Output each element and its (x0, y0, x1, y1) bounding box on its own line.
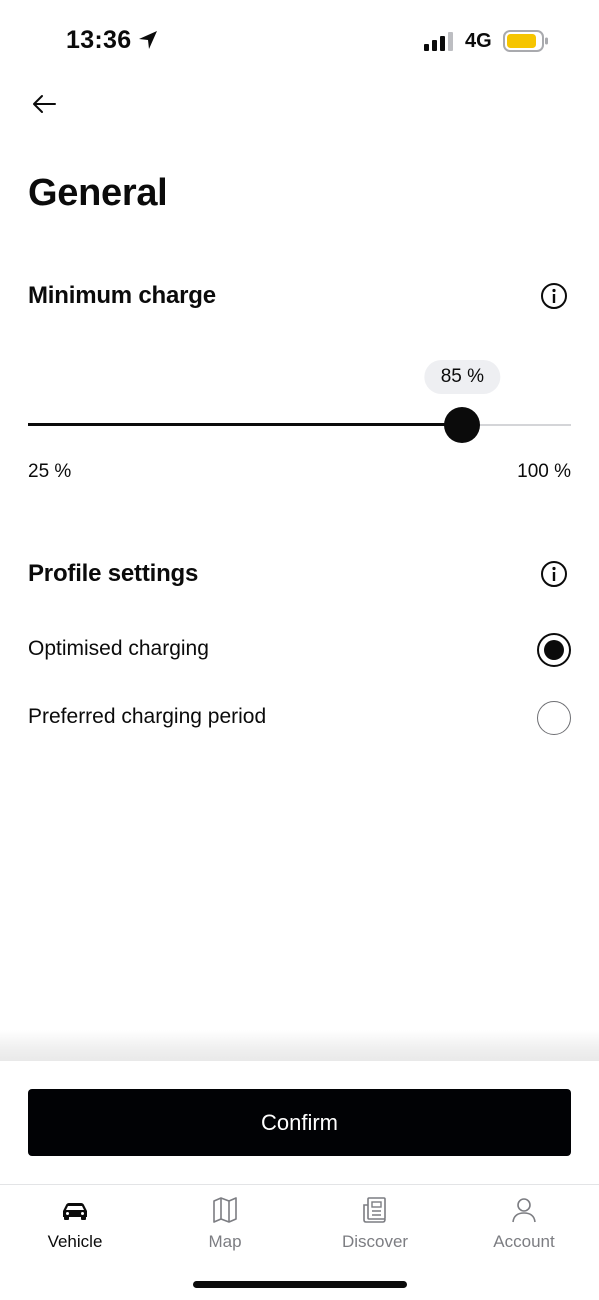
radio-button[interactable] (537, 701, 571, 735)
tab-label: Discover (341, 1232, 409, 1251)
tab-map[interactable]: Map (150, 1194, 300, 1256)
minimum-charge-slider[interactable]: 85 % (28, 355, 571, 455)
tab-label: Account (493, 1232, 555, 1251)
battery-icon (503, 30, 548, 52)
tab-account[interactable]: Account (449, 1194, 599, 1256)
cellular-signal-icon (424, 32, 453, 51)
radio-option-preferred-charging-period[interactable]: Preferred charging period (28, 693, 571, 743)
map-icon (213, 1197, 237, 1223)
tab-vehicle[interactable]: Vehicle (0, 1194, 150, 1256)
confirm-button[interactable]: Confirm (28, 1089, 571, 1156)
network-type: 4G (465, 30, 492, 52)
arrow-left-icon (33, 95, 56, 113)
back-button[interactable] (26, 86, 66, 126)
radio-option-optimised-charging[interactable]: Optimised charging (28, 625, 571, 675)
car-icon (63, 1203, 87, 1220)
tab-label: Vehicle (47, 1232, 103, 1251)
status-time: 13:36 (66, 26, 132, 54)
person-icon (512, 1198, 536, 1223)
tab-label: Map (208, 1232, 242, 1251)
profile-settings-title: Profile settings (28, 560, 199, 587)
radio-label: Optimised charging (28, 637, 209, 660)
minimum-charge-title: Minimum charge (28, 282, 216, 309)
status-bar: 13:36 4G (0, 0, 599, 80)
radio-button-selected[interactable] (537, 633, 571, 667)
info-icon[interactable] (540, 282, 568, 310)
home-indicator (193, 1281, 407, 1288)
slider-fill (28, 423, 463, 426)
slider-thumb[interactable] (444, 407, 481, 443)
slider-value-badge: 85 % (424, 360, 501, 394)
tab-discover[interactable]: Discover (300, 1194, 450, 1256)
news-icon (363, 1197, 386, 1223)
location-arrow-icon (139, 31, 157, 49)
info-icon[interactable] (540, 560, 568, 588)
slider-max-label: 100 % (517, 461, 571, 482)
radio-label: Preferred charging period (28, 705, 267, 728)
page-title: General (28, 172, 168, 214)
bottom-sheet-shadow (0, 1030, 599, 1062)
slider-min-label: 25 % (28, 461, 72, 482)
tab-bar-divider (0, 1184, 599, 1185)
